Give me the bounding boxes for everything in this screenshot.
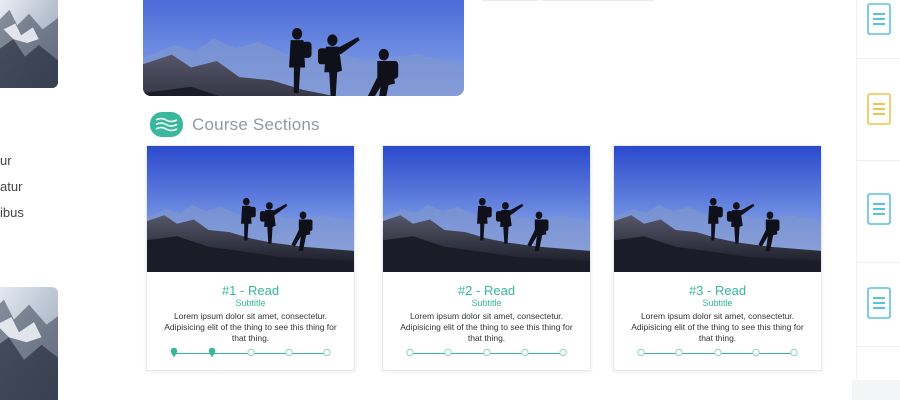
- step-pending-icon[interactable]: [483, 347, 491, 358]
- card-description: Lorem ipsum dolor sit amet, consectetur.…: [631, 311, 804, 343]
- progress-steps: [410, 346, 563, 360]
- card-image: [147, 146, 354, 272]
- step-pending-icon[interactable]: [790, 347, 798, 358]
- card-subtitle: Subtitle: [471, 298, 502, 308]
- document-icon[interactable]: [865, 2, 893, 38]
- rail-divider: [857, 58, 900, 59]
- step-pending-icon[interactable]: [285, 347, 293, 358]
- left-text-snippet: ur atur ibus: [0, 148, 58, 226]
- left-thumbnail-top[interactable]: [0, 0, 58, 88]
- step-pending-icon[interactable]: [444, 347, 452, 358]
- rail-divider: [857, 346, 900, 347]
- step-pending-icon[interactable]: [559, 347, 567, 358]
- document-icon[interactable]: [865, 286, 893, 322]
- left-thumbnail-bottom[interactable]: [0, 287, 58, 400]
- card-title[interactable]: #1 - Read: [147, 284, 354, 298]
- rail-footer: [852, 380, 900, 400]
- left-text-line: ibus: [0, 205, 24, 220]
- hikers-photo: [143, 0, 464, 96]
- step-pending-icon[interactable]: [752, 347, 760, 358]
- rail-divider: [857, 160, 900, 161]
- step-pending-icon[interactable]: [714, 347, 722, 358]
- hikers-photo: [383, 146, 590, 272]
- hero-caption: ———— ————————: [482, 0, 654, 6]
- step-complete-icon[interactable]: [208, 347, 216, 358]
- card-description: Lorem ipsum dolor sit amet, consectetur.…: [400, 311, 573, 343]
- left-text-line: ur: [0, 153, 12, 168]
- document-icon[interactable]: [865, 92, 893, 128]
- course-card[interactable]: #2 - Read Subtitle Lorem ipsum dolor sit…: [382, 145, 591, 371]
- snow-mountain-image: [0, 287, 58, 400]
- card-subtitle: Subtitle: [702, 298, 733, 308]
- step-pending-icon[interactable]: [637, 347, 645, 358]
- progress-steps: [641, 346, 794, 360]
- document-glyph: [865, 2, 893, 38]
- card-image: [614, 146, 821, 272]
- section-title: Course Sections: [192, 114, 320, 134]
- card-title[interactable]: #2 - Read: [383, 284, 590, 298]
- card-image: [383, 146, 590, 272]
- hikers-photo: [147, 146, 354, 272]
- progress-steps: [174, 346, 327, 360]
- document-icon[interactable]: [865, 192, 893, 228]
- card-title[interactable]: #3 - Read: [614, 284, 821, 298]
- hikers-photo: [614, 146, 821, 272]
- card-subtitle: Subtitle: [235, 298, 266, 308]
- step-pending-icon[interactable]: [323, 347, 331, 358]
- right-rail: [856, 0, 900, 400]
- course-card[interactable]: #1 - Read Subtitle Lorem ipsum dolor sit…: [146, 145, 355, 371]
- step-pending-icon[interactable]: [406, 347, 414, 358]
- step-complete-icon[interactable]: [170, 347, 178, 358]
- step-pending-icon[interactable]: [675, 347, 683, 358]
- left-column: ur atur ibus: [0, 0, 58, 400]
- step-pending-icon[interactable]: [247, 347, 255, 358]
- snow-mountain-image: [0, 0, 58, 88]
- document-glyph: [865, 192, 893, 228]
- course-card[interactable]: #3 - Read Subtitle Lorem ipsum dolor sit…: [613, 145, 822, 371]
- document-glyph: [865, 92, 893, 128]
- hero-image: [143, 0, 464, 96]
- document-glyph: [865, 286, 893, 322]
- step-pending-icon[interactable]: [521, 347, 529, 358]
- card-description: Lorem ipsum dolor sit amet, consectetur.…: [164, 311, 337, 343]
- rail-divider: [857, 262, 900, 263]
- left-text-line: atur: [0, 179, 23, 194]
- section-header: Course Sections: [150, 112, 320, 137]
- course-sections-icon: [150, 112, 183, 137]
